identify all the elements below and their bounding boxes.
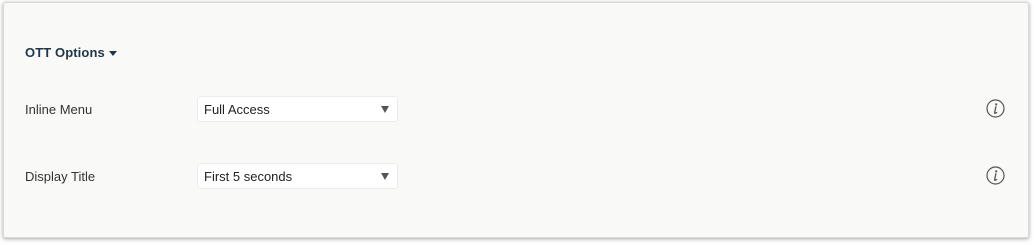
inline-menu-select[interactable]: Full Access	[197, 96, 398, 122]
info-icon[interactable]	[986, 166, 1005, 185]
inline-menu-label: Inline Menu	[25, 102, 93, 117]
ott-options-toggle[interactable]: OTT Options	[25, 45, 117, 60]
info-icon[interactable]	[986, 99, 1005, 118]
display-title-row: Display Title First 5 seconds	[25, 163, 1025, 189]
ott-options-panel: OTT Options Inline Menu Full Access Disp…	[3, 2, 1029, 238]
display-title-select[interactable]: First 5 seconds	[197, 163, 398, 189]
section-title: OTT Options	[25, 45, 105, 60]
display-title-label: Display Title	[25, 169, 96, 184]
triangle-down-icon	[381, 173, 389, 180]
inline-menu-selected-value: Full Access	[204, 102, 270, 117]
display-title-selected-value: First 5 seconds	[204, 169, 293, 184]
triangle-down-icon	[381, 106, 389, 113]
inline-menu-row: Inline Menu Full Access	[25, 96, 1025, 122]
caret-down-icon	[108, 50, 117, 56]
